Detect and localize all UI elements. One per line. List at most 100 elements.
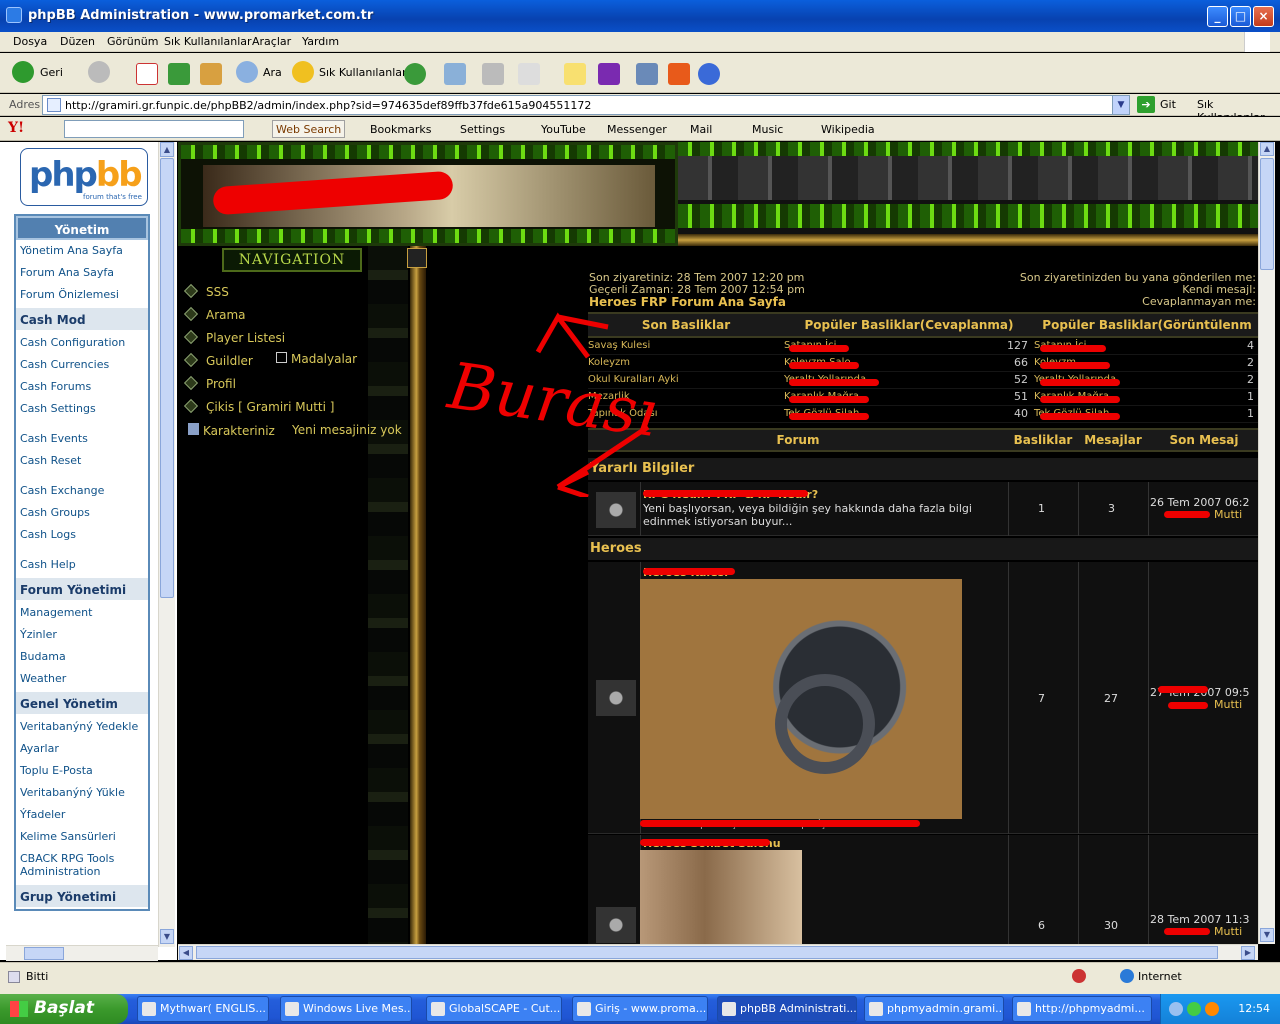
task-button[interactable]: Windows Live Mes... <box>280 996 412 1022</box>
menu-link[interactable]: Cash Configuration <box>16 332 148 354</box>
menu-link[interactable]: Ýfadeler <box>16 804 148 826</box>
menu-link[interactable]: Yönetim Ana Sayfa <box>16 240 148 262</box>
web-search-button[interactable]: Web Search <box>272 120 346 138</box>
category-title[interactable]: Heroes <box>588 538 1258 560</box>
menu-link[interactable]: Cash Logs <box>16 524 148 546</box>
start-button[interactable]: Başlat <box>0 994 128 1024</box>
nav-item-character[interactable]: Karakteriniz <box>188 423 275 438</box>
menu-link[interactable]: Cash Currencies <box>16 354 148 376</box>
task-button[interactable]: http://phpmyadmi... <box>1012 996 1152 1022</box>
yahoo-messenger-icon[interactable] <box>598 63 620 85</box>
scroll-thumb[interactable] <box>160 158 174 598</box>
mail-button[interactable]: Mail <box>690 123 712 136</box>
favorites-button[interactable]: Sık Kullanılanlar <box>292 61 407 85</box>
menu-view[interactable]: Görünüm <box>107 35 158 48</box>
task-button[interactable]: phpmyadmin.grami... <box>864 996 1004 1022</box>
task-button-active[interactable]: phpBB Administrati... <box>717 996 857 1022</box>
main-vertical-scrollbar[interactable]: ▲ ▼ <box>1258 142 1275 944</box>
menu-link[interactable]: Cash Exchange <box>16 480 148 502</box>
mail-icon[interactable] <box>444 63 466 85</box>
wikipedia-button[interactable]: Wikipedia <box>821 123 875 136</box>
phpbb-logo[interactable]: phpbb forum that's free <box>20 148 148 206</box>
scroll-thumb[interactable] <box>1260 158 1274 270</box>
tray-icon[interactable] <box>1187 1002 1201 1016</box>
menu-link[interactable]: Cash Help <box>16 554 148 576</box>
menu-link[interactable]: Veritabanýný Yedekle <box>16 716 148 738</box>
menu-link[interactable]: Cash Groups <box>16 502 148 524</box>
settings-button[interactable]: Settings <box>460 123 505 136</box>
bluetooth-icon[interactable] <box>698 63 720 85</box>
menu-help[interactable]: Yardım <box>302 35 339 48</box>
menu-link[interactable]: Toplu E-Posta <box>16 760 148 782</box>
scroll-left-icon[interactable]: ◀ <box>179 946 193 960</box>
back-button[interactable]: Geri <box>12 61 82 85</box>
bookmarks-button[interactable]: Bookmarks <box>370 123 431 136</box>
refresh-icon[interactable] <box>168 63 190 85</box>
menu-favorites[interactable]: Sık Kullanılanlar <box>164 35 252 48</box>
no-new-messages[interactable]: Yeni mesajiniz yok <box>292 423 402 437</box>
menu-link[interactable]: Cash Forums <box>16 376 148 398</box>
nav-item-players[interactable]: Player Listesi <box>183 329 285 345</box>
youtube-button[interactable]: YouTube <box>541 123 586 136</box>
menu-link[interactable]: Cash Reset <box>16 450 148 472</box>
nav-item-guilds[interactable]: Guildler <box>183 352 253 368</box>
menu-link[interactable]: Kelime Sansürleri <box>16 826 148 848</box>
yahoo-search-input[interactable] <box>64 120 244 138</box>
scroll-thumb[interactable] <box>24 947 64 960</box>
menu-edit[interactable]: Düzen <box>60 35 95 48</box>
tray-icon[interactable] <box>1169 1002 1183 1016</box>
nav-item-logout[interactable]: Çikis [ Gramiri Mutti ] <box>183 398 334 414</box>
menu-link[interactable]: Cash Events <box>16 428 148 450</box>
menu-link[interactable]: CBACK RPG Tools Administration <box>16 848 148 883</box>
nav-item-faq[interactable]: SSS <box>183 283 229 299</box>
go-arrow-icon[interactable]: ➔ <box>1137 96 1155 113</box>
maximize-button[interactable]: □ <box>1230 6 1251 27</box>
menu-link[interactable]: Forum Önizlemesi <box>16 284 148 306</box>
task-button[interactable]: Mythwar( ENGLIS... <box>137 996 269 1022</box>
address-input[interactable]: http://gramiri.gr.funpic.de/phpBB2/admin… <box>42 95 1130 115</box>
menu-link[interactable]: Management <box>16 602 148 624</box>
unanswered-link[interactable]: Cevaplanmayan me: <box>1142 295 1256 308</box>
menu-link[interactable]: Ýzinler <box>16 624 148 646</box>
close-button[interactable]: × <box>1253 6 1274 27</box>
scroll-right-icon[interactable]: ▶ <box>1241 946 1255 960</box>
yahoo-logo[interactable]: Y! <box>8 120 24 136</box>
menu-file[interactable]: Dosya <box>13 35 47 48</box>
search-button[interactable]: Ara <box>236 61 286 85</box>
menu-link[interactable]: Budama <box>16 646 148 668</box>
category-title[interactable]: Yararlı Bilgiler <box>588 458 1258 480</box>
scroll-down-icon[interactable]: ▼ <box>160 929 174 944</box>
last-post-user[interactable]: Mutti <box>1214 698 1242 711</box>
scroll-up-icon[interactable]: ▲ <box>1260 142 1274 156</box>
history-icon[interactable] <box>404 63 426 85</box>
print-icon[interactable] <box>482 63 504 85</box>
left-horizontal-scrollbar[interactable] <box>6 945 158 961</box>
last-post-user[interactable]: Mutti <box>1214 925 1242 938</box>
go-button[interactable]: Git <box>1160 98 1176 111</box>
nav-item-profile[interactable]: Profil <box>183 375 236 391</box>
last-post-user[interactable]: Mutti <box>1214 508 1242 521</box>
main-horizontal-scrollbar[interactable]: ◀ ▶ <box>178 944 1258 960</box>
menu-link[interactable]: Ayarlar <box>16 738 148 760</box>
nav-item-search[interactable]: Arama <box>183 306 246 322</box>
menu-link[interactable]: Cash Settings <box>16 398 148 420</box>
research-icon[interactable] <box>636 63 658 85</box>
scroll-up-icon[interactable]: ▲ <box>160 142 174 157</box>
messenger-button[interactable]: Messenger <box>607 123 667 136</box>
tray-icon[interactable] <box>1205 1002 1219 1016</box>
music-button[interactable]: Music <box>752 123 783 136</box>
download-icon[interactable] <box>668 63 690 85</box>
forum-banner[interactable] <box>178 142 678 246</box>
popup-blocked-icon[interactable] <box>1072 969 1086 983</box>
menu-tools[interactable]: Araçlar <box>252 35 291 48</box>
edit-icon[interactable] <box>518 63 540 85</box>
menu-link[interactable]: Forum Ana Sayfa <box>16 262 148 284</box>
minimize-button[interactable]: _ <box>1207 6 1228 27</box>
scroll-down-icon[interactable]: ▼ <box>1260 928 1274 942</box>
home-icon[interactable] <box>200 63 222 85</box>
nav-item-medals[interactable]: Madalyalar <box>276 352 357 366</box>
left-vertical-scrollbar[interactable]: ▲ ▼ <box>158 142 175 947</box>
menu-link[interactable]: Veritabanýný Yükle <box>16 782 148 804</box>
note-icon[interactable] <box>564 63 586 85</box>
task-button[interactable]: Giriş - www.proma... <box>572 996 708 1022</box>
